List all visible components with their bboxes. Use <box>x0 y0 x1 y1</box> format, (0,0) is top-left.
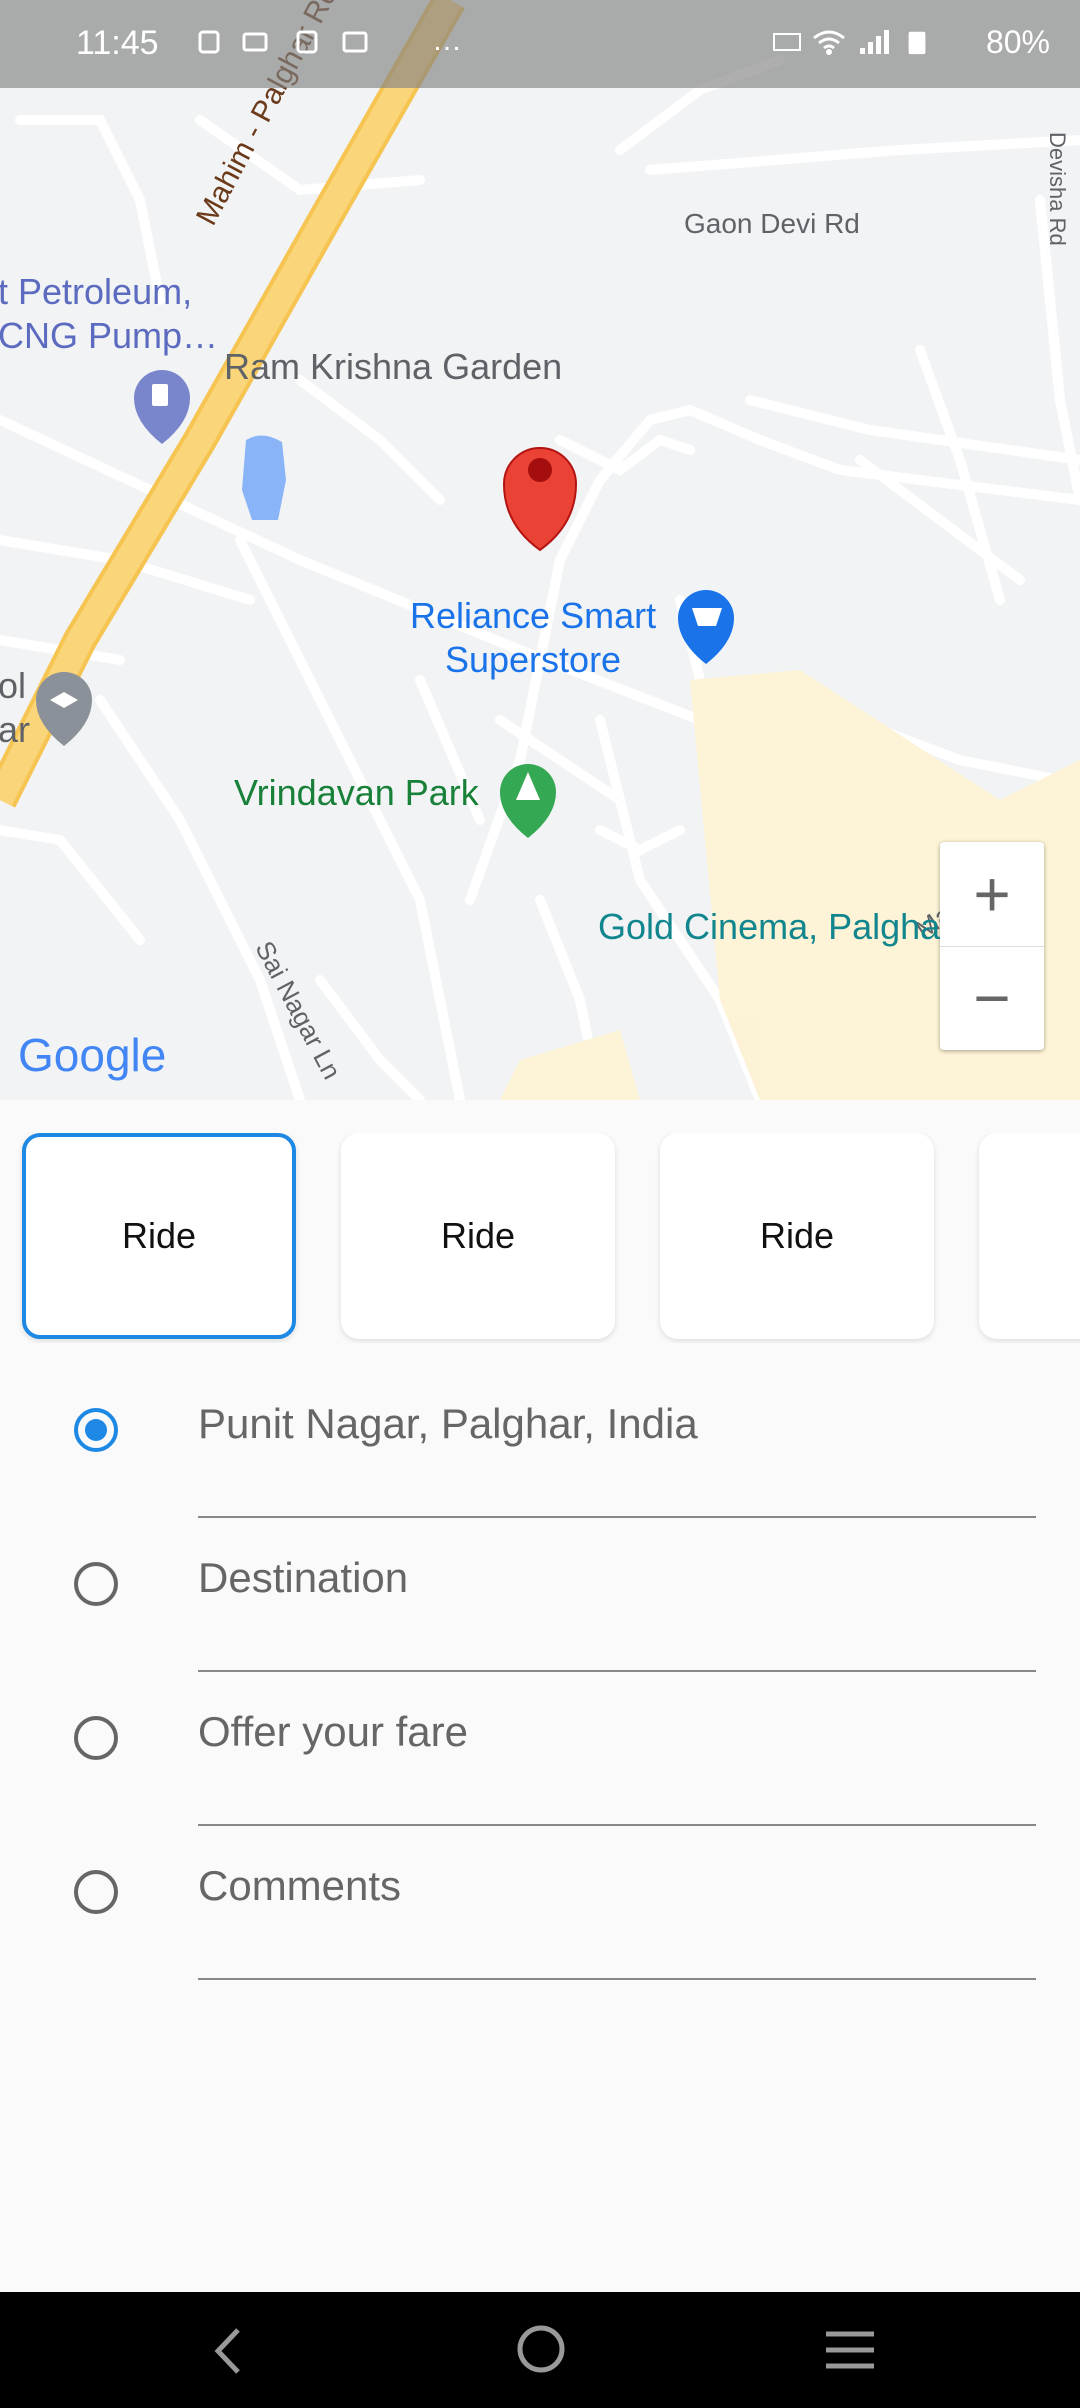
ride-option-label: Ride <box>759 1215 835 1256</box>
notification-icon <box>198 30 220 54</box>
fare-field[interactable]: Offer your fare <box>198 1708 1036 1756</box>
place-label-petroleum-line1: t Petroleum, <box>0 271 193 312</box>
battery-percent: 80% <box>985 24 1050 60</box>
road-label-devisha: Devisha Rd <box>1045 132 1070 246</box>
recents-icon[interactable] <box>824 2328 876 2372</box>
place-label-reliance: Reliance Smart Superstore <box>410 594 656 682</box>
destination-underline <box>198 1670 1036 1672</box>
zoom-in-button[interactable]: + <box>940 842 1044 946</box>
zoom-in-icon: + <box>973 858 1011 930</box>
destination-field[interactable]: Destination <box>198 1554 1036 1602</box>
battery-icon <box>908 31 926 55</box>
ride-option-2[interactable]: Ride <box>341 1133 615 1339</box>
status-time: 11:45 <box>76 24 159 62</box>
place-label-reliance-line1: Reliance Smart <box>410 595 657 636</box>
google-logo-text: Google <box>18 1029 167 1081</box>
pickup-field[interactable]: Punit Nagar, Palghar, India <box>198 1400 1036 1448</box>
navigation-bar <box>0 2292 1080 2408</box>
status-more-indicator: … <box>432 24 462 57</box>
fare-underline <box>198 1824 1036 1826</box>
place-label-gold-cinema: Gold Cinema, Palghar <box>598 906 953 947</box>
home-icon[interactable] <box>516 2324 566 2374</box>
comments-field[interactable]: Comments <box>198 1862 1036 1910</box>
zoom-out-button[interactable]: − <box>940 946 1044 1050</box>
road-label-gaon-devi: Gaon Devi Rd <box>684 208 860 239</box>
back-icon[interactable] <box>210 2326 246 2376</box>
place-label-vrindavan: Vrindavan Park <box>234 772 479 813</box>
place-label-petroleum: t Petroleum, CNG Pump… <box>0 270 218 358</box>
fare-row[interactable]: Offer your fare <box>0 1686 1080 1836</box>
signal-icon <box>860 30 889 54</box>
calendar-notification-icon <box>342 31 368 53</box>
place-label-ram-krishna: Ram Krishna Garden <box>224 346 563 387</box>
zoom-controls: + − <box>940 842 1044 1050</box>
map-view[interactable]: Mahim - Palghar Rd Gaon Devi Rd Sai Naga… <box>0 0 1080 1100</box>
destination-radio[interactable] <box>74 1562 118 1606</box>
gallery-notification-icon <box>242 32 268 52</box>
fare-radio[interactable] <box>74 1716 118 1760</box>
google-logo: Google <box>18 1028 166 1082</box>
comments-underline <box>198 1978 1036 1980</box>
place-label-reliance-line2: Superstore <box>444 639 622 680</box>
ride-option-1[interactable]: Ride <box>22 1133 296 1339</box>
ride-option-label: Ride <box>121 1215 197 1256</box>
comments-row[interactable]: Comments <box>0 1840 1080 1990</box>
zoom-out-icon: − <box>973 962 1011 1034</box>
pickup-underline <box>198 1516 1036 1518</box>
ride-options-list: Ride Ride Ride <box>0 1133 1080 1343</box>
wifi-icon <box>813 30 845 55</box>
place-label-petroleum-line2: CNG Pump… <box>0 315 219 356</box>
pickup-row[interactable]: Punit Nagar, Palghar, India <box>0 1378 1080 1528</box>
comments-radio[interactable] <box>74 1870 118 1914</box>
ride-option-3[interactable]: Ride <box>660 1133 934 1339</box>
ride-option-4[interactable] <box>979 1133 1080 1339</box>
ride-option-label: Ride <box>440 1215 516 1256</box>
volte-icon <box>773 33 801 51</box>
status-bar: 11:45 … 80% <box>0 0 1080 88</box>
pickup-radio[interactable] <box>74 1408 118 1452</box>
notification-icon-2 <box>296 30 318 54</box>
place-label-school-line2: ar <box>0 709 31 750</box>
destination-row[interactable]: Destination <box>0 1532 1080 1682</box>
place-label-school-line1: ol <box>0 665 27 706</box>
place-label-school: ol ar <box>0 664 30 752</box>
